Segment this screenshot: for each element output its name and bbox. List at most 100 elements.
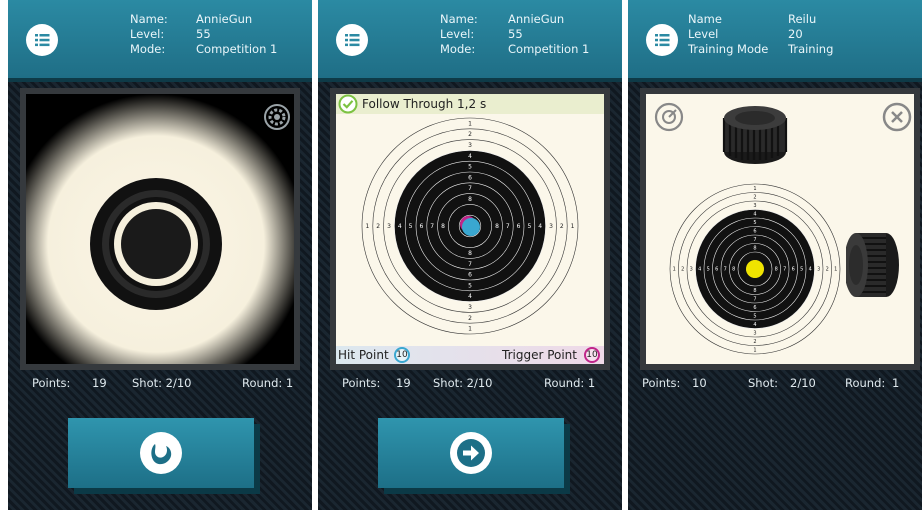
close-icon (882, 102, 912, 132)
name-value: AnnieGun (196, 12, 253, 26)
ring-number: 5 (527, 223, 531, 230)
stats-bar: Points: 19 Shot: 2/10 Round: 1 (20, 374, 300, 394)
ring-number: 1 (673, 267, 676, 273)
knob-icon[interactable] (720, 104, 790, 166)
ring-number: 5 (409, 223, 413, 230)
ring-number: 8 (753, 245, 756, 251)
ring-number: 6 (715, 267, 718, 273)
player-info-values: AnnieGun 55 Competition 1 (508, 12, 589, 57)
ring-number: 5 (468, 164, 472, 171)
scope-view-graphic (26, 94, 294, 364)
shooting-target: 111 1222 2333 3444 4555 5666 6777 7888 8 (361, 117, 579, 335)
player-info-labels: Name: Level: Mode: (440, 12, 478, 57)
check-icon (338, 94, 358, 114)
arrow-right-icon (450, 432, 492, 474)
shot-value: 2/10 (790, 376, 816, 390)
ring-number: 6 (468, 174, 472, 181)
ring-number: 5 (707, 267, 710, 273)
ring-number: 1 (365, 223, 369, 230)
round-label: Round: (845, 376, 886, 390)
level-value: 55 (196, 27, 211, 41)
player-info-values: AnnieGun 55 Competition 1 (196, 12, 277, 57)
ring-number: 6 (419, 223, 423, 230)
level-label: Level (688, 27, 719, 41)
level-value: 20 (788, 27, 803, 41)
ring-number: 8 (732, 267, 735, 273)
level-label: Level: (440, 27, 475, 41)
trigger-point-label: Trigger Point (502, 348, 577, 362)
ring-number: 2 (753, 194, 756, 200)
ring-number: 3 (549, 223, 553, 230)
shooting-target: 111 1222 2333 3444 4555 5666 6777 7888 8 (669, 183, 841, 355)
points-value: 10 (692, 376, 707, 390)
trigger-point-badge: 10 (584, 347, 600, 363)
side-knob[interactable] (846, 230, 902, 300)
ring-number: 4 (468, 153, 472, 160)
ring-number: 1 (571, 223, 575, 230)
target-panel: Follow Through 1,2 s 1111222233334444555… (330, 88, 610, 370)
list-menu-icon (345, 34, 360, 47)
ring-number: 6 (792, 267, 795, 273)
stats-bar: Points: 19 Shot: 2/10 Round: 1 (330, 374, 610, 394)
player-info-labels: Name: Level: Mode: (130, 12, 168, 57)
ring-number: 4 (809, 267, 812, 273)
aim-action-button[interactable] (68, 418, 254, 488)
list-menu-icon (655, 34, 670, 47)
ring-number: 4 (538, 223, 542, 230)
target-icon (654, 102, 684, 132)
settings-button[interactable] (264, 104, 290, 130)
target-view: Follow Through 1,2 s 1111222233334444555… (336, 94, 604, 364)
mode-value: Competition 1 (196, 42, 278, 56)
mode-value: Training (788, 42, 834, 56)
menu-button[interactable] (336, 24, 368, 56)
mode-label: Mode: (440, 42, 476, 56)
ring-number: 7 (783, 267, 786, 273)
ring-number: 6 (517, 223, 521, 230)
level-value: 55 (508, 27, 523, 41)
training-view: 11112222333344445555666677778888 (646, 94, 914, 364)
points-label: Points: (642, 376, 681, 390)
ring-number: 7 (468, 185, 472, 192)
ring-number: 7 (724, 267, 727, 273)
level-label: Level: (130, 27, 165, 41)
ring-number: 1 (753, 347, 756, 353)
mode-value: Competition 1 (508, 42, 590, 56)
ring-number: 8 (468, 250, 472, 257)
ring-number: 8 (495, 223, 499, 230)
ring-number: 7 (753, 296, 756, 302)
ring-number: 8 (441, 223, 445, 230)
hit-point-badge: 10 (394, 347, 410, 363)
next-shot-button[interactable] (378, 418, 564, 488)
ring-number: 2 (468, 131, 472, 138)
ring-number: 7 (430, 223, 434, 230)
ring-number: 4 (753, 211, 756, 217)
points-legend-bar: Hit Point 10 Trigger Point 10 (336, 346, 604, 364)
ring-number: 2 (376, 223, 380, 230)
hit-point-label: Hit Point (338, 348, 389, 362)
menu-button[interactable] (26, 24, 58, 56)
menu-button[interactable] (646, 24, 678, 56)
ring-number: 2 (560, 223, 564, 230)
mode-label: Mode: (130, 42, 166, 56)
ring-number: 3 (690, 267, 693, 273)
stats-bar: Points: 10 Shot: 2/10 Round: 1 (640, 374, 920, 394)
ring-number: 1 (834, 267, 837, 273)
ring-number: 7 (506, 223, 510, 230)
ring-number: 5 (753, 313, 756, 319)
mode-label: Training Mode (688, 42, 769, 56)
name-value: AnnieGun (508, 12, 565, 26)
ring-number: 3 (468, 304, 472, 311)
screen-training: Name Level Training Mode Reilu 20 Traini… (628, 0, 922, 510)
shot-counter: Shot: 2/10 (433, 376, 493, 390)
target-toggle-button[interactable] (654, 102, 684, 132)
ring-number: 3 (753, 330, 756, 336)
ring-number: 1 (468, 120, 472, 127)
follow-through-text: Follow Through 1,2 s (362, 97, 487, 111)
ring-number: 6 (753, 305, 756, 311)
screen-aiming: Name: Level: Mode: AnnieGun 55 Competiti… (8, 0, 312, 510)
close-button[interactable] (882, 102, 912, 132)
follow-through-banner: Follow Through 1,2 s (336, 94, 604, 114)
ring-number: 6 (753, 228, 756, 234)
name-label: Name: (440, 12, 478, 26)
points-label: Points: (342, 376, 381, 390)
